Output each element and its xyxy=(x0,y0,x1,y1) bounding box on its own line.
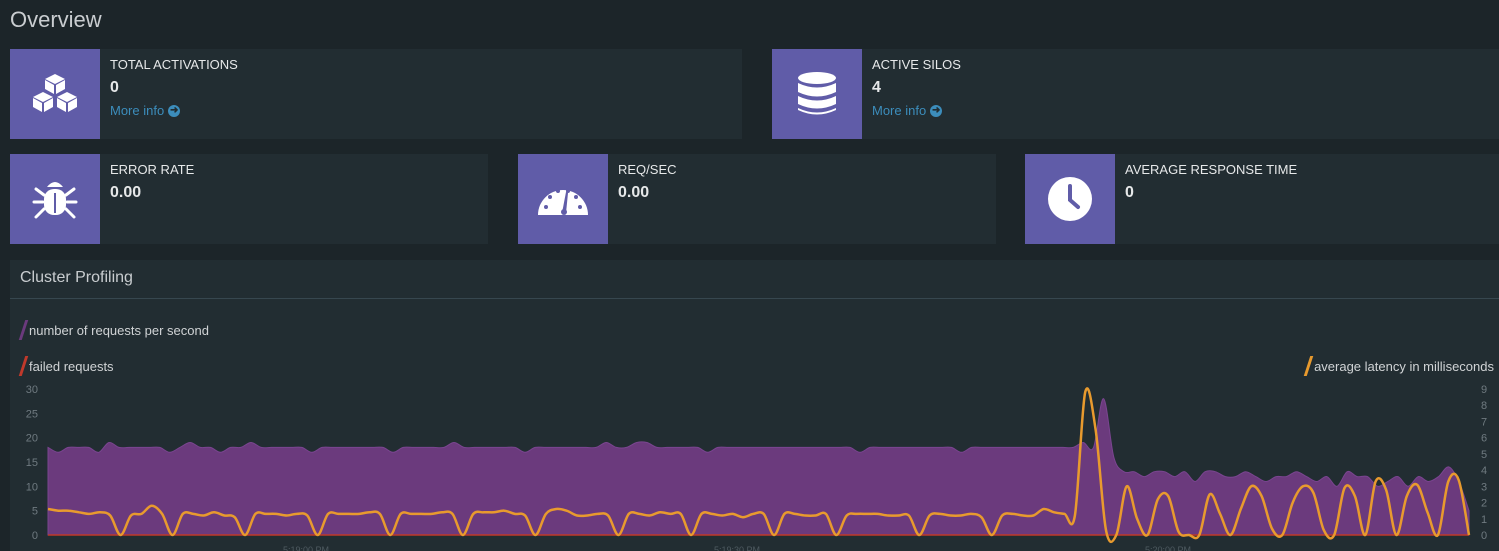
error-rate-card: ERROR RATE 0.00 xyxy=(10,154,488,244)
legend-latency[interactable]: average latency in milliseconds xyxy=(1303,356,1494,376)
y-left-tick-label: 20 xyxy=(26,433,38,445)
requests-area xyxy=(47,398,1470,536)
legend-failed[interactable]: failed requests xyxy=(18,356,114,376)
avg-response-time-card: AVERAGE RESPONSE TIME 0 xyxy=(1025,154,1499,244)
y-right-tick-label: 0 xyxy=(1481,530,1487,542)
req-sec-card: REQ/SEC 0.00 xyxy=(518,154,996,244)
database-icon xyxy=(772,49,862,139)
more-info-label: More info xyxy=(110,103,165,118)
gauge-icon xyxy=(518,154,608,244)
y-left-tick-label: 30 xyxy=(26,384,38,396)
y-left-tick-label: 5 xyxy=(32,506,38,518)
x-tick-label: 5:19:30 PM xyxy=(714,545,760,551)
avg-response-time-label: AVERAGE RESPONSE TIME xyxy=(1125,162,1298,177)
legend-failed-label: failed requests xyxy=(29,358,114,374)
y-right-tick-label: 6 xyxy=(1481,433,1487,445)
cluster-profiling-chart: 0 5 10 15 20 25 30 0 1 2 3 4 5 6 7 8 9 5:19:00 PM 5:19:3… xyxy=(26,384,1487,551)
y-right-tick-label: 5 xyxy=(1481,449,1487,461)
y-right-tick-label: 2 xyxy=(1481,498,1487,510)
y-left-tick-label: 25 xyxy=(26,408,38,420)
latency-swatch xyxy=(1303,356,1314,376)
error-rate-label: ERROR RATE xyxy=(110,162,195,177)
total-activations-value: 0 xyxy=(110,79,119,96)
active-silos-more-info-link[interactable]: More info ➜ xyxy=(872,103,943,118)
y-left-tick-label: 0 xyxy=(32,530,38,542)
y-right-tick-label: 3 xyxy=(1481,481,1487,493)
req-sec-value: 0.00 xyxy=(618,184,650,201)
x-tick-label: 5:20:00 PM xyxy=(1145,545,1191,551)
active-silos-card: ACTIVE SILOS 4 More info ➜ xyxy=(772,49,1499,139)
y-right-tick-label: 4 xyxy=(1481,465,1487,477)
legend-latency-label: average latency in milliseconds xyxy=(1314,358,1494,374)
active-silos-value: 4 xyxy=(872,79,881,96)
y-right-tick-label: 1 xyxy=(1481,514,1487,526)
arrow-circle-right-icon: ➜ xyxy=(930,104,943,117)
y-right-tick-label: 8 xyxy=(1481,400,1487,412)
clock-icon xyxy=(1025,154,1115,244)
avg-response-time-value: 0 xyxy=(1125,184,1134,201)
total-activations-label: TOTAL ACTIVATIONS xyxy=(110,57,238,72)
y-left-tick-label: 15 xyxy=(26,457,38,469)
cluster-profiling-title: Cluster Profiling xyxy=(20,269,133,286)
bug-icon xyxy=(10,154,100,244)
y-left-tick-label: 10 xyxy=(26,481,38,493)
y-right-tick-label: 9 xyxy=(1481,384,1487,396)
req-sec-label: REQ/SEC xyxy=(618,162,677,177)
error-rate-value: 0.00 xyxy=(110,184,142,201)
legend-requests-label: number of requests per second xyxy=(29,322,209,338)
arrow-circle-right-icon: ➜ xyxy=(168,104,181,117)
cluster-profiling-panel: Cluster Profiling number of requests per… xyxy=(10,260,1499,551)
requests-swatch xyxy=(18,320,29,340)
legend-requests[interactable]: number of requests per second xyxy=(18,320,209,340)
panel-divider xyxy=(10,298,1499,299)
failed-swatch xyxy=(18,356,29,376)
x-tick-label: 5:19:00 PM xyxy=(283,545,329,551)
page-title: Overview xyxy=(10,7,102,32)
y-right-tick-label: 7 xyxy=(1481,416,1487,428)
total-activations-more-info-link[interactable]: More info ➜ xyxy=(110,103,181,118)
more-info-label: More info xyxy=(872,103,927,118)
total-activations-card: TOTAL ACTIVATIONS 0 More info ➜ xyxy=(10,49,742,139)
active-silos-label: ACTIVE SILOS xyxy=(872,57,961,72)
cubes-icon xyxy=(10,49,100,139)
